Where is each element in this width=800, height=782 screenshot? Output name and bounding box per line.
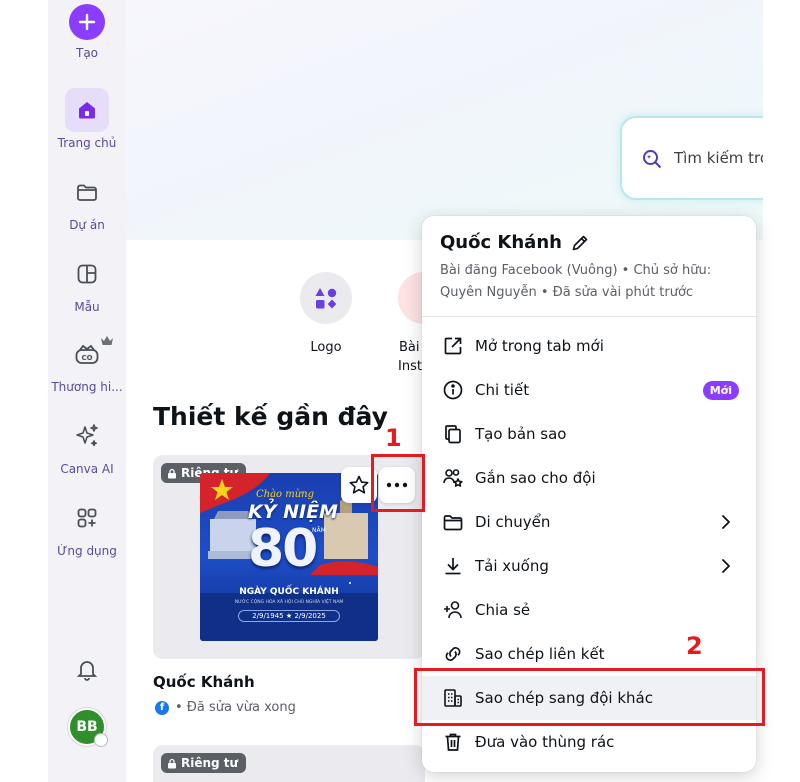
folder-icon bbox=[65, 170, 109, 214]
canva-home-screen: Tạo Trang chủ Dự án Mẫu CO Thương hi... … bbox=[0, 0, 800, 782]
menu-item-label: Tải xuống bbox=[475, 557, 549, 575]
download-icon bbox=[441, 554, 465, 578]
facebook-icon: f bbox=[155, 700, 169, 715]
design-card-2[interactable]: Riêng tư bbox=[153, 745, 425, 782]
menu-divider bbox=[422, 316, 756, 317]
avatar-initials: BB bbox=[76, 719, 98, 735]
folder-icon bbox=[441, 510, 465, 534]
sidebar-item-home[interactable]: Trang chủ bbox=[48, 88, 126, 150]
logo-shapes-icon bbox=[300, 272, 352, 324]
menu-item-details[interactable]: Chi tiết Mới bbox=[422, 368, 756, 412]
thumb-line3b: NĂM bbox=[312, 527, 326, 534]
thumb-line5: NƯỚC CỘNG HÒA XÃ HỘI CHỦ NGHĨA VIỆT NAM bbox=[234, 600, 344, 605]
menu-item-move[interactable]: Di chuyển bbox=[422, 500, 756, 544]
menu-item-label: Gắn sao cho đội bbox=[475, 469, 596, 487]
chevron-right-icon bbox=[720, 512, 732, 536]
thumb-line4: NGÀY QUỐC KHÁNH bbox=[239, 587, 339, 597]
menu-item-share[interactable]: Chia sẻ bbox=[422, 588, 756, 632]
crown-icon bbox=[100, 332, 114, 351]
menu-item-open-new-tab[interactable]: Mở trong tab mới bbox=[422, 324, 756, 368]
trash-icon bbox=[441, 730, 465, 754]
plus-icon bbox=[69, 4, 105, 40]
design-edited-time: • Đã sửa vừa xong bbox=[175, 700, 296, 715]
right-edge bbox=[763, 0, 800, 782]
menu-item-label: Mở trong tab mới bbox=[475, 337, 604, 355]
chevron-right-icon bbox=[720, 556, 732, 580]
info-icon bbox=[441, 378, 465, 402]
annotation-number-1: 1 bbox=[385, 424, 402, 452]
lock-icon bbox=[168, 758, 176, 768]
svg-text:CO: CO bbox=[81, 354, 92, 362]
search-box[interactable]: Tìm kiếm tro bbox=[620, 116, 763, 200]
copy-icon bbox=[441, 422, 465, 446]
lock-icon bbox=[168, 468, 176, 478]
annotation-number-2: 2 bbox=[686, 632, 703, 660]
sidebar-item-label: Trang chủ bbox=[57, 136, 117, 150]
recent-designs-title: Thiết kế gần đây bbox=[153, 402, 388, 431]
menu-item-download[interactable]: Tải xuống bbox=[422, 544, 756, 588]
sidebar-item-label: Ứng dụng bbox=[57, 544, 117, 558]
edit-pencil-icon[interactable] bbox=[570, 233, 590, 253]
sidebar-item-brand[interactable]: CO Thương hi... bbox=[48, 332, 126, 394]
menu-subtitle: Bài đăng Facebook (Vuông) • Chủ sở hữu: … bbox=[440, 263, 712, 300]
search-input[interactable]: Tìm kiếm tro bbox=[674, 149, 763, 167]
menu-item-trash[interactable]: Đưa vào thùng rác bbox=[422, 720, 756, 764]
menu-item-label: Đưa vào thùng rác bbox=[475, 733, 615, 751]
avatar[interactable]: BB bbox=[68, 708, 108, 747]
new-badge: Mới bbox=[702, 381, 739, 400]
thumb-line1: Chào mừng bbox=[256, 489, 315, 500]
quick-action-logo[interactable]: Logo bbox=[300, 272, 352, 355]
link-icon bbox=[441, 642, 465, 666]
apps-icon bbox=[65, 496, 109, 540]
menu-item-label: Sao chép liên kết bbox=[475, 645, 605, 663]
menu-title-text: Quốc Khánh bbox=[440, 232, 562, 253]
quick-action-label: Logo bbox=[310, 340, 342, 355]
create-label: Tạo bbox=[75, 46, 99, 60]
menu-item-duplicate[interactable]: Tạo bản sao bbox=[422, 412, 756, 456]
private-badge-label: Riêng tư bbox=[181, 756, 239, 770]
sidebar-item-label: Mẫu bbox=[74, 300, 100, 314]
left-blank-strip bbox=[0, 0, 48, 782]
team-star-icon bbox=[441, 466, 465, 490]
notification-bell-icon[interactable] bbox=[74, 656, 100, 686]
private-badge: Riêng tư bbox=[161, 753, 247, 773]
sidebar-item-projects[interactable]: Dự án bbox=[48, 170, 126, 232]
menu-item-label: Chi tiết bbox=[475, 381, 530, 399]
menu-item-star-team[interactable]: Gắn sao cho đội bbox=[422, 456, 756, 500]
sidebar-item-label: Canva AI bbox=[60, 462, 114, 476]
design-title[interactable]: Quốc Khánh bbox=[153, 673, 255, 691]
star-icon bbox=[349, 475, 369, 494]
sidebar-item-templates[interactable]: Mẫu bbox=[48, 252, 126, 314]
annotation-box-2 bbox=[414, 668, 765, 726]
menu-item-label: Di chuyển bbox=[475, 513, 551, 531]
thumb-line6: 2/9/1945 ★ 2/9/2025 bbox=[238, 610, 340, 622]
ai-search-icon bbox=[640, 146, 664, 174]
template-icon bbox=[65, 252, 109, 296]
sidebar-item-apps[interactable]: Ứng dụng bbox=[48, 496, 126, 558]
menu-item-label: Tạo bản sao bbox=[475, 425, 567, 443]
team-avatar-badge bbox=[94, 733, 108, 747]
thumb-line3: 80 bbox=[248, 519, 318, 579]
create-button[interactable]: Tạo bbox=[48, 4, 126, 60]
menu-item-label: Chia sẻ bbox=[475, 601, 531, 619]
share-people-icon bbox=[441, 598, 465, 622]
sidebar-item-label: Dự án bbox=[69, 218, 105, 232]
menu-title[interactable]: Quốc Khánh bbox=[440, 232, 590, 253]
sidebar: Tạo Trang chủ Dự án Mẫu CO Thương hi... … bbox=[48, 0, 126, 782]
sparkle-icon bbox=[65, 414, 109, 458]
sidebar-item-canva-ai[interactable]: Canva AI bbox=[48, 414, 126, 476]
sidebar-item-label: Thương hi... bbox=[51, 380, 123, 394]
annotation-box-1 bbox=[371, 454, 425, 512]
home-icon bbox=[65, 88, 109, 132]
design-meta: f • Đã sửa vừa xong bbox=[155, 700, 296, 715]
external-link-icon bbox=[441, 334, 465, 358]
